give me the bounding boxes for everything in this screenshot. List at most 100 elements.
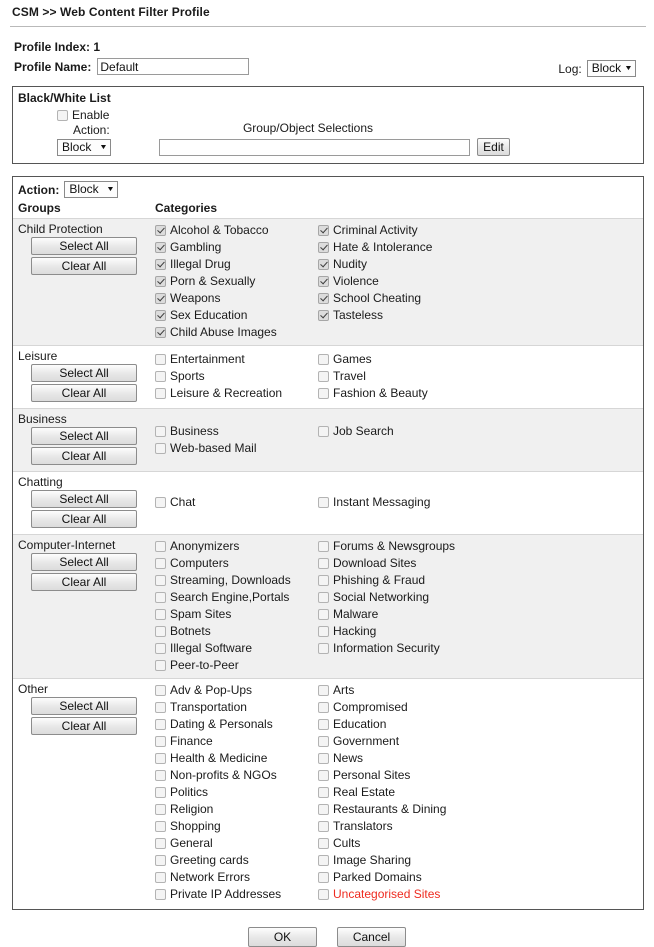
category-checkbox[interactable]	[155, 575, 166, 586]
select-all-button[interactable]: Select All	[31, 697, 137, 715]
category-checkbox[interactable]	[318, 753, 329, 764]
category-checkbox[interactable]	[155, 736, 166, 747]
select-all-button[interactable]: Select All	[31, 427, 137, 445]
category-checkbox[interactable]	[155, 702, 166, 713]
category-option[interactable]: Phishing & Fraud	[318, 572, 481, 589]
category-checkbox[interactable]	[155, 225, 166, 236]
log-select[interactable]: Block ▼	[586, 60, 636, 77]
category-checkbox[interactable]	[318, 719, 329, 730]
category-option[interactable]: Fashion & Beauty	[318, 385, 481, 402]
category-checkbox[interactable]	[155, 753, 166, 764]
category-checkbox[interactable]	[318, 575, 329, 586]
clear-all-button[interactable]: Clear All	[31, 384, 137, 402]
category-checkbox[interactable]	[155, 371, 166, 382]
category-option[interactable]: Streaming, Downloads	[155, 572, 318, 589]
category-checkbox[interactable]	[318, 541, 329, 552]
category-option[interactable]: Image Sharing	[318, 852, 481, 869]
category-checkbox[interactable]	[318, 787, 329, 798]
category-checkbox[interactable]	[155, 685, 166, 696]
category-option[interactable]: Child Abuse Images	[155, 324, 318, 341]
category-option[interactable]: Arts	[318, 682, 481, 699]
category-option[interactable]: Games	[318, 351, 481, 368]
category-option[interactable]: Spam Sites	[155, 606, 318, 623]
category-checkbox[interactable]	[318, 259, 329, 270]
category-option[interactable]: Education	[318, 716, 481, 733]
category-checkbox[interactable]	[318, 354, 329, 365]
category-checkbox[interactable]	[318, 855, 329, 866]
category-checkbox[interactable]	[318, 242, 329, 253]
category-checkbox[interactable]	[155, 770, 166, 781]
profile-name-input[interactable]	[97, 58, 250, 75]
category-checkbox[interactable]	[318, 626, 329, 637]
category-option[interactable]: Search Engine,Portals	[155, 589, 318, 606]
category-checkbox[interactable]	[155, 838, 166, 849]
category-checkbox[interactable]	[155, 719, 166, 730]
category-checkbox[interactable]	[318, 310, 329, 321]
black-white-enable-checkbox[interactable]	[57, 109, 68, 121]
category-checkbox[interactable]	[318, 293, 329, 304]
category-option[interactable]: Travel	[318, 368, 481, 385]
category-checkbox[interactable]	[155, 310, 166, 321]
category-option[interactable]: Real Estate	[318, 784, 481, 801]
category-option[interactable]: Illegal Software	[155, 640, 318, 657]
category-option[interactable]: Instant Messaging	[318, 494, 481, 511]
category-checkbox[interactable]	[155, 293, 166, 304]
clear-all-button[interactable]: Clear All	[31, 717, 137, 735]
category-checkbox[interactable]	[155, 660, 166, 671]
category-option[interactable]: Porn & Sexually	[155, 273, 318, 290]
category-option[interactable]: Translators	[318, 818, 481, 835]
category-checkbox[interactable]	[155, 442, 166, 454]
clear-all-button[interactable]: Clear All	[31, 573, 137, 591]
category-checkbox[interactable]	[318, 558, 329, 569]
category-option[interactable]: Forums & Newsgroups	[318, 538, 481, 555]
category-checkbox[interactable]	[155, 592, 166, 603]
category-option[interactable]: Computers	[155, 555, 318, 572]
select-all-button[interactable]: Select All	[31, 553, 137, 571]
category-option[interactable]: Religion	[155, 801, 318, 818]
category-option[interactable]: Non-profits & NGOs	[155, 767, 318, 784]
category-checkbox[interactable]	[155, 804, 166, 815]
category-option[interactable]: Personal Sites	[318, 767, 481, 784]
category-checkbox[interactable]	[318, 225, 329, 236]
category-option[interactable]: Network Errors	[155, 869, 318, 886]
category-option[interactable]: Peer-to-Peer	[155, 657, 318, 674]
category-checkbox[interactable]	[318, 425, 329, 437]
category-checkbox[interactable]	[155, 643, 166, 654]
category-option[interactable]: School Cheating	[318, 290, 481, 307]
category-checkbox[interactable]	[318, 609, 329, 620]
category-checkbox[interactable]	[155, 821, 166, 832]
category-option[interactable]: Web-based Mail	[155, 440, 318, 457]
ok-button[interactable]: OK	[248, 927, 317, 947]
category-checkbox[interactable]	[155, 497, 166, 508]
category-option[interactable]: Leisure & Recreation	[155, 385, 318, 402]
category-option[interactable]: Alcohol & Tobacco	[155, 222, 318, 239]
category-option[interactable]: Sports	[155, 368, 318, 385]
category-option[interactable]: Job Search	[318, 423, 481, 440]
category-checkbox[interactable]	[318, 643, 329, 654]
category-option[interactable]: Politics	[155, 784, 318, 801]
category-checkbox[interactable]	[155, 626, 166, 637]
select-all-button[interactable]: Select All	[31, 237, 137, 255]
category-option[interactable]: Social Networking	[318, 589, 481, 606]
category-option[interactable]: Uncategorised Sites	[318, 886, 481, 903]
category-checkbox[interactable]	[318, 770, 329, 781]
category-option[interactable]: Nudity	[318, 256, 481, 273]
select-all-button[interactable]: Select All	[31, 364, 137, 382]
category-checkbox[interactable]	[155, 558, 166, 569]
category-option[interactable]: Sex Education	[155, 307, 318, 324]
category-checkbox[interactable]	[155, 327, 166, 338]
category-option[interactable]: Health & Medicine	[155, 750, 318, 767]
category-option[interactable]: Malware	[318, 606, 481, 623]
category-checkbox[interactable]	[155, 609, 166, 620]
category-option[interactable]: Hate & Intolerance	[318, 239, 481, 256]
clear-all-button[interactable]: Clear All	[31, 257, 137, 275]
category-option[interactable]: Hacking	[318, 623, 481, 640]
category-option[interactable]: Botnets	[155, 623, 318, 640]
category-option[interactable]: Anonymizers	[155, 538, 318, 555]
group-object-selections-input[interactable]	[159, 138, 470, 156]
category-checkbox[interactable]	[318, 821, 329, 832]
category-checkbox[interactable]	[155, 242, 166, 253]
category-option[interactable]: Weapons	[155, 290, 318, 307]
category-checkbox[interactable]	[318, 388, 329, 399]
category-option[interactable]: Business	[155, 423, 318, 440]
